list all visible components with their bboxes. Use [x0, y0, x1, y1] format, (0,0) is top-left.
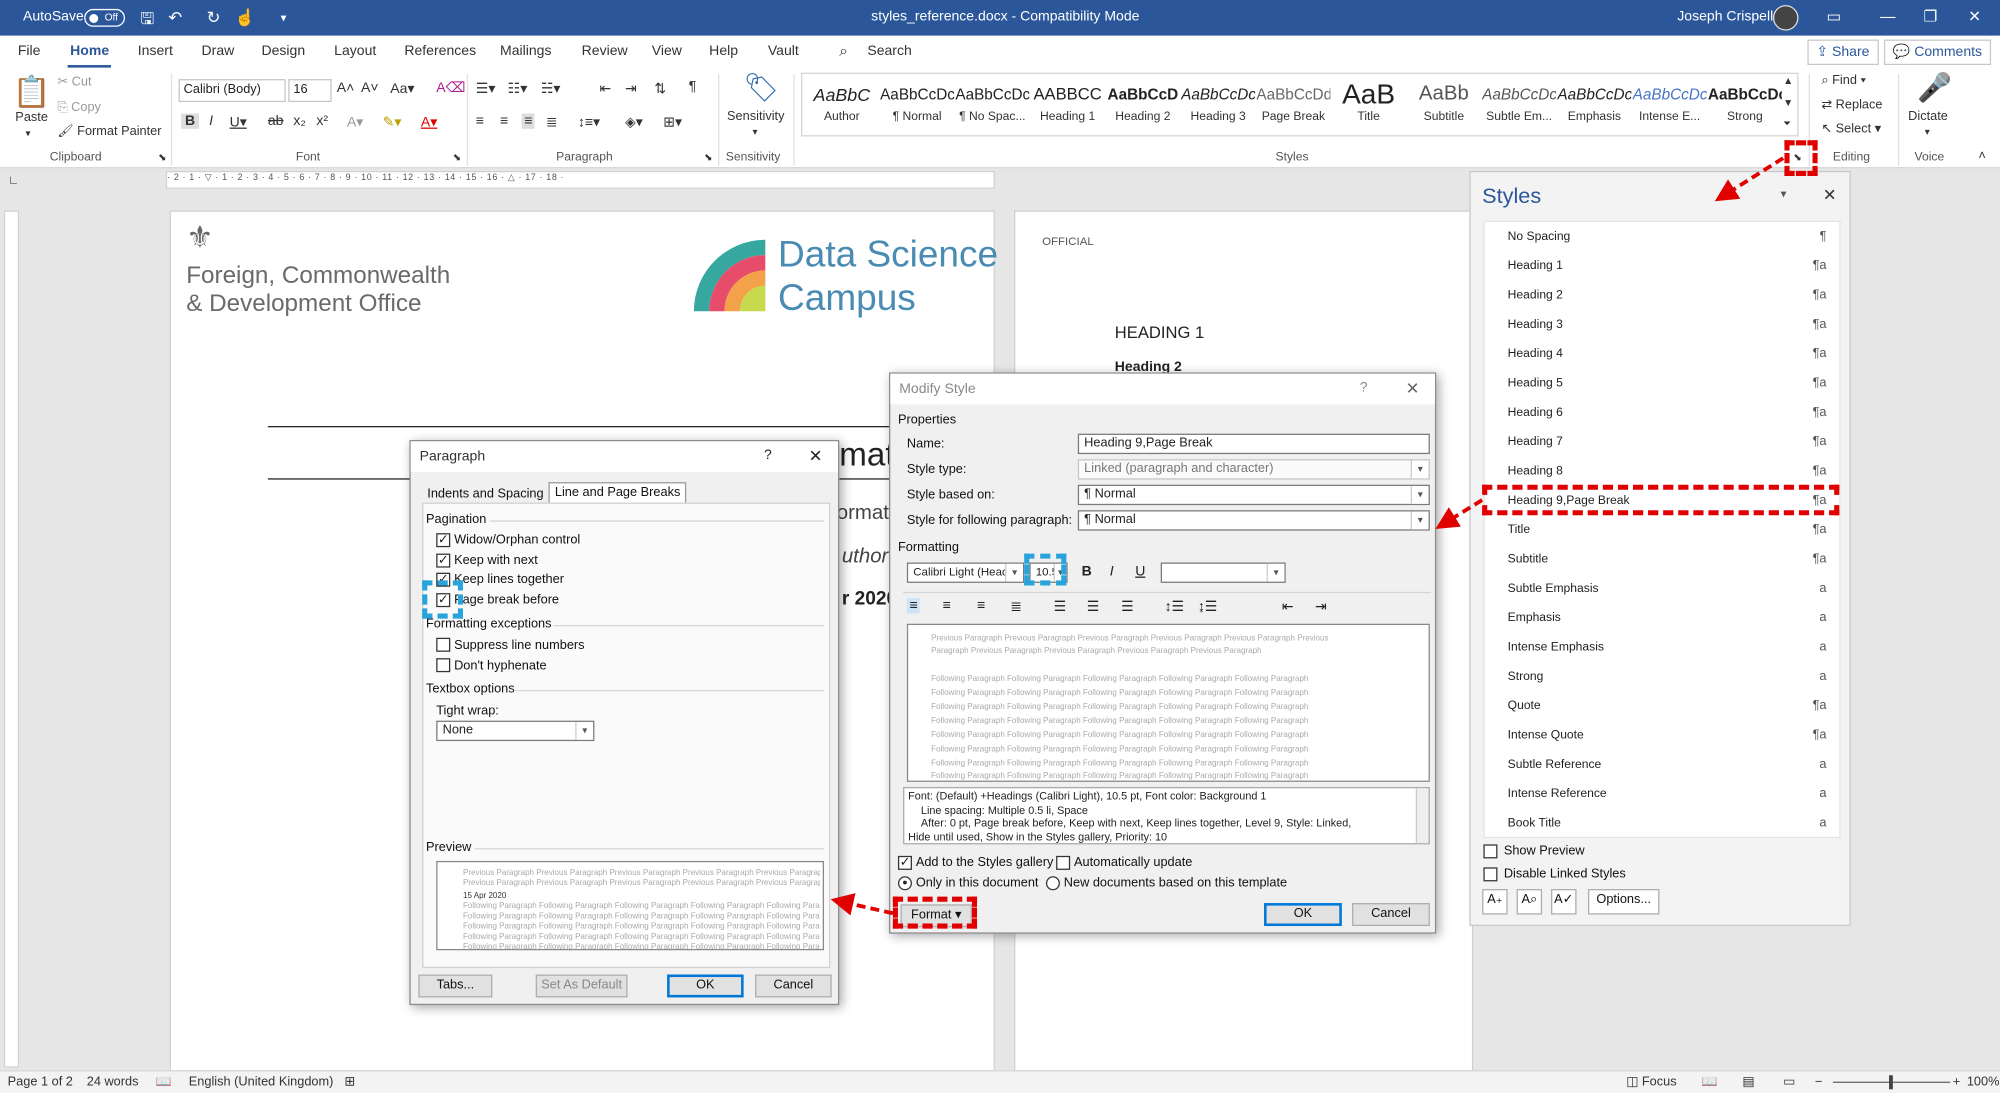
arrow-to-styles-pane: [1714, 156, 1785, 202]
annotation-arrows: [830, 156, 1785, 916]
arrow-to-paragraph-dialog: [830, 893, 894, 916]
arrow-to-modify-dialog: [1435, 498, 1484, 530]
